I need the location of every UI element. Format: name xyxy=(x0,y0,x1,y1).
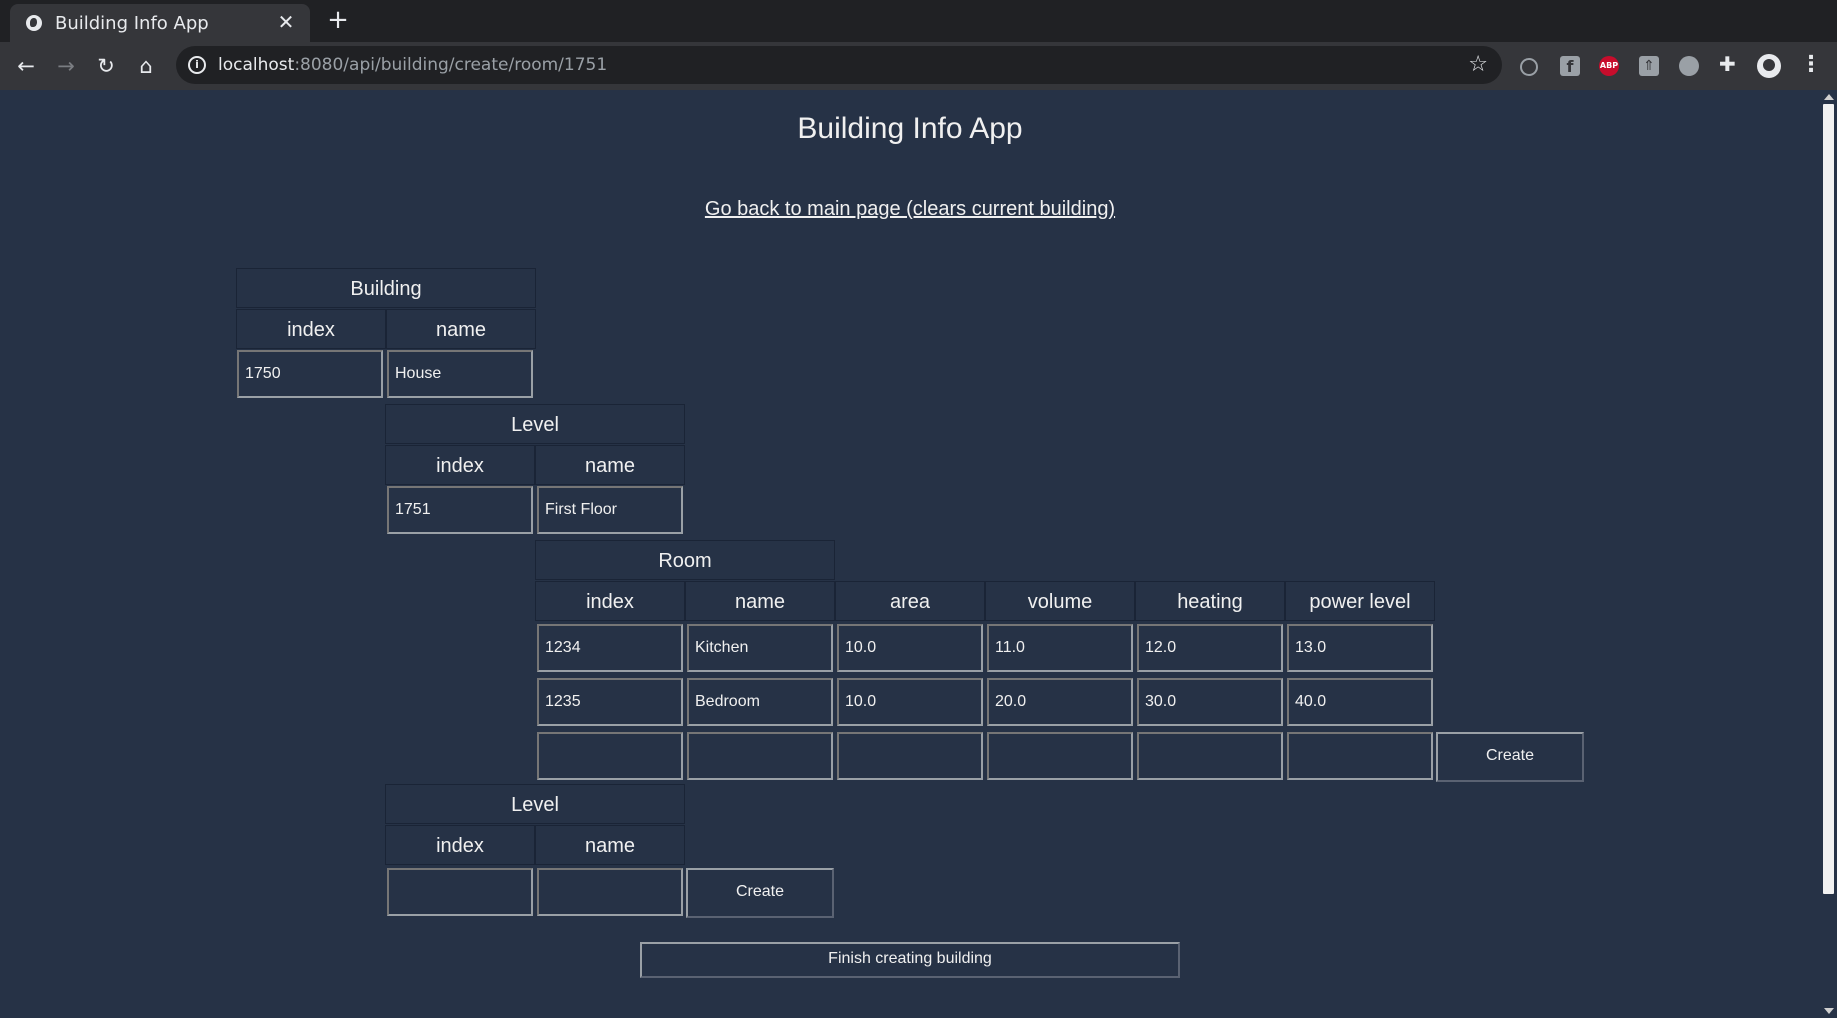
home-icon[interactable]: ⌂ xyxy=(130,50,162,82)
room-area-field[interactable]: 10.0 xyxy=(837,678,983,726)
scrollbar-thumb[interactable] xyxy=(1823,104,1834,894)
room-index-field[interactable]: 1235 xyxy=(537,678,683,726)
adblock-extension-icon[interactable]: ABP xyxy=(1599,56,1619,76)
browser-tab[interactable]: Building Info App ✕ xyxy=(10,4,310,42)
level-column-name: name xyxy=(535,445,685,485)
new-level-column-index: index xyxy=(385,825,535,865)
tab-bar: Building Info App ✕ + xyxy=(0,0,1837,42)
forward-arrow-icon[interactable]: → xyxy=(50,50,82,82)
new-level-index-input[interactable] xyxy=(387,868,533,916)
level-name-field[interactable]: First Floor xyxy=(537,486,683,534)
level-table-header: Level xyxy=(385,404,685,444)
create-level-button[interactable]: Create xyxy=(686,868,834,918)
room-column-index: index xyxy=(535,581,685,621)
back-link-container: Go back to main page (clears current bui… xyxy=(0,198,1820,221)
room-heating-field[interactable]: 12.0 xyxy=(1137,624,1283,672)
new-room-heating-input[interactable] xyxy=(1137,732,1283,780)
puzzle-extensions-icon[interactable]: ✚ xyxy=(1719,52,1739,76)
address-bar[interactable]: i localhost:8080/api/building/create/roo… xyxy=(176,46,1502,84)
room-power-level-field[interactable]: 40.0 xyxy=(1287,678,1433,726)
room-column-area: area xyxy=(835,581,985,621)
new-room-name-input[interactable] xyxy=(687,732,833,780)
info-icon[interactable]: i xyxy=(188,56,206,74)
new-room-power-level-input[interactable] xyxy=(1287,732,1433,780)
room-power-level-field[interactable]: 13.0 xyxy=(1287,624,1433,672)
page-scrollbar[interactable] xyxy=(1820,90,1837,1018)
room-table-header: Room xyxy=(535,540,835,580)
reload-icon[interactable]: ↻ xyxy=(90,50,122,82)
finish-creating-building-button[interactable]: Finish creating building xyxy=(640,942,1180,978)
room-area-field[interactable]: 10.0 xyxy=(837,624,983,672)
close-icon[interactable]: ✕ xyxy=(274,10,298,34)
extension-circle-icon[interactable] xyxy=(1679,56,1699,76)
level-column-index: index xyxy=(385,445,535,485)
building-table-header: Building xyxy=(236,268,536,308)
new-room-volume-input[interactable] xyxy=(987,732,1133,780)
page-content: Building Info App Go back to main page (… xyxy=(0,90,1820,1018)
room-heating-field[interactable]: 30.0 xyxy=(1137,678,1283,726)
building-index-field[interactable]: 1750 xyxy=(237,350,383,398)
room-column-name: name xyxy=(685,581,835,621)
bookmark-star-icon[interactable]: ☆ xyxy=(1468,52,1488,77)
room-column-volume: volume xyxy=(985,581,1135,621)
new-level-column-name: name xyxy=(535,825,685,865)
building-column-name: name xyxy=(386,309,536,349)
profile-avatar[interactable] xyxy=(1757,54,1781,78)
building-name-field[interactable]: House xyxy=(387,350,533,398)
new-room-index-input[interactable] xyxy=(537,732,683,780)
scroll-down-arrow-icon[interactable] xyxy=(1824,1008,1834,1014)
back-to-main-link[interactable]: Go back to main page (clears current bui… xyxy=(705,198,1115,220)
new-room-area-input[interactable] xyxy=(837,732,983,780)
globe-icon xyxy=(26,15,42,31)
new-level-name-input[interactable] xyxy=(537,868,683,916)
room-column-heating: heating xyxy=(1135,581,1285,621)
browser-toolbar: ← → ↻ ⌂ i localhost:8080/api/building/cr… xyxy=(0,42,1837,90)
new-tab-button[interactable]: + xyxy=(324,7,352,35)
room-name-field[interactable]: Kitchen xyxy=(687,624,833,672)
room-volume-field[interactable]: 20.0 xyxy=(987,678,1133,726)
kebab-menu-icon[interactable]: ⋮ xyxy=(1800,52,1822,77)
page-title: Building Info App xyxy=(797,112,1023,145)
sync-extension-icon[interactable] xyxy=(1520,58,1538,76)
room-index-field[interactable]: 1234 xyxy=(537,624,683,672)
extension-icon[interactable]: ⇑ xyxy=(1639,56,1659,76)
room-volume-field[interactable]: 11.0 xyxy=(987,624,1133,672)
room-column-power-level: power level xyxy=(1285,581,1435,621)
facebook-extension-icon[interactable]: f xyxy=(1560,56,1580,76)
back-arrow-icon[interactable]: ← xyxy=(10,50,42,82)
tab-title: Building Info App xyxy=(55,13,209,34)
new-level-table-header: Level xyxy=(385,784,685,824)
room-name-field[interactable]: Bedroom xyxy=(687,678,833,726)
building-column-index: index xyxy=(236,309,386,349)
level-index-field[interactable]: 1751 xyxy=(387,486,533,534)
scroll-up-arrow-icon[interactable] xyxy=(1824,94,1834,100)
create-room-button[interactable]: Create xyxy=(1436,732,1584,782)
url-text: localhost:8080/api/building/create/room/… xyxy=(218,55,608,75)
